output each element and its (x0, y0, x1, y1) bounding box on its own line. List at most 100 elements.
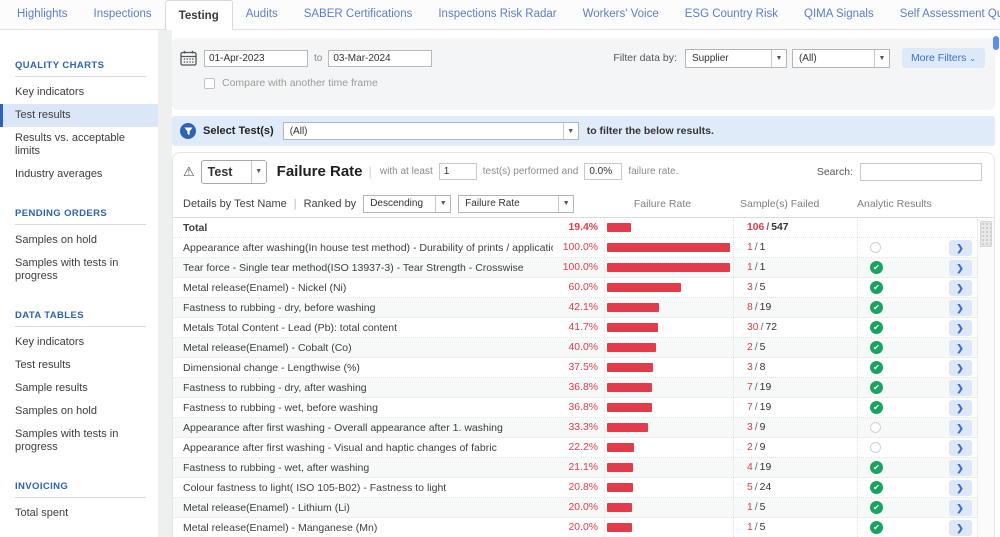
tab-qima-signals[interactable]: QIMA Signals (791, 0, 887, 29)
table-row: Metal release(Enamel) - Cobalt (Co) 40.0%… (173, 338, 994, 358)
failure-rate-value: 36.8% (568, 382, 598, 393)
details-by-label: Details by Test Name (183, 197, 287, 210)
tab-testing[interactable]: Testing (164, 0, 233, 30)
row-detail-chevron-button[interactable]: ❯ (948, 419, 972, 436)
tab-audits[interactable]: Audits (233, 0, 291, 29)
sidebar-scrollbar[interactable] (158, 30, 172, 537)
row-detail-chevron-button[interactable]: ❯ (948, 319, 972, 336)
sidebar-item-test-results[interactable]: Test results (0, 104, 158, 127)
check-circle-icon: ✔ (870, 301, 883, 314)
sidebar-item-key-indicators[interactable]: Key indicators (0, 331, 158, 354)
failure-rate-value: 41.7% (568, 322, 598, 333)
row-detail-chevron-button[interactable]: ❯ (948, 459, 972, 476)
analytic-results-cell: ✔ (857, 498, 941, 517)
row-detail-chevron-button[interactable]: ❯ (948, 359, 972, 376)
sidebar-item-sample-results[interactable]: Sample results (0, 377, 158, 400)
compare-checkbox[interactable] (204, 77, 215, 89)
check-circle-icon: ✔ (870, 521, 883, 534)
check-circle-icon: ✔ (870, 361, 883, 374)
failure-rate-bar (604, 518, 733, 537)
sort-order-select[interactable]: Descending ▼ (363, 194, 452, 213)
row-detail-chevron-button[interactable]: ❯ (948, 519, 972, 536)
samples-failed-value: 7/19 (733, 378, 857, 397)
samples-failed-value: 5/24 (733, 478, 857, 497)
analytic-results-cell (857, 238, 941, 257)
failure-rate-bar (604, 418, 733, 437)
empty-circle-icon (870, 442, 881, 453)
sidebar-item-samples-on-hold[interactable]: Samples on hold (0, 229, 158, 252)
tab-esg-country-risk[interactable]: ESG Country Risk (672, 0, 791, 29)
sidebar-section-divider (15, 224, 146, 225)
test-name: Metal release(Enamel) - Lithium (Li) (183, 501, 350, 514)
row-detail-chevron-button[interactable]: ❯ (948, 279, 972, 296)
page-scrollbar-thumb[interactable] (993, 36, 999, 50)
date-to-input[interactable] (328, 49, 433, 67)
test-name: Dimensional change - Lengthwise (%) (183, 361, 360, 374)
empty-circle-icon (870, 242, 881, 253)
search-input[interactable] (860, 162, 982, 181)
sort-field-select[interactable]: Failure Rate ▼ (458, 194, 575, 213)
test-type-select[interactable]: Test ▼ (200, 159, 267, 184)
min-rate-input[interactable] (584, 163, 623, 180)
tab-saber-certifications[interactable]: SABER Certifications (291, 0, 426, 29)
check-circle-icon: ✔ (870, 501, 883, 514)
failure-rate-bar (604, 238, 733, 257)
row-detail-chevron-button[interactable]: ❯ (948, 439, 972, 456)
table-scrollbar[interactable] (977, 219, 994, 537)
samples-failed-value: 3/9 (733, 418, 857, 437)
filter-panel: to Filter data by: Supplier ▼ (All) ▼ Mo… (172, 38, 995, 110)
search-label: Search: (816, 165, 853, 178)
failure-rate-value: 42.1% (568, 302, 598, 313)
tab-inspections[interactable]: Inspections (81, 0, 165, 29)
failure-rate-value: 37.5% (568, 362, 598, 373)
tab-inspections-risk-radar[interactable]: Inspections Risk Radar (425, 0, 569, 29)
failure-rate-bar (604, 258, 733, 277)
filter-field-select[interactable]: Supplier ▼ (684, 48, 787, 68)
filter-value-select[interactable]: (All) ▼ (791, 48, 890, 68)
report-subtitle: with at least test(s) performed and fail… (380, 163, 678, 180)
chevron-down-icon: ▼ (250, 160, 266, 183)
compare-timeframe-toggle[interactable]: Compare with another time frame (204, 77, 985, 89)
table-scrollbar-thumb[interactable] (980, 221, 992, 247)
samples-failed-value: 8/19 (733, 298, 857, 317)
row-detail-chevron-button[interactable]: ❯ (948, 239, 972, 256)
analytic-results-cell: ✔ (857, 398, 941, 417)
sidebar-item-test-results[interactable]: Test results (0, 354, 158, 377)
row-detail-chevron-button[interactable]: ❯ (948, 299, 972, 316)
sidebar-item-key-indicators[interactable]: Key indicators (0, 81, 158, 104)
test-name: Appearance after washing(In house test m… (183, 241, 553, 254)
more-filters-button[interactable]: More Filters ⌄ (901, 48, 985, 68)
test-name: Metal release(Enamel) - Manganese (Mn) (183, 521, 378, 534)
samples-failed-value: 1/1 (733, 258, 857, 277)
sidebar-item-results-vs-acceptable-limits[interactable]: Results vs. acceptable limits (0, 127, 158, 163)
date-to-label: to (314, 52, 323, 64)
select-tests-dropdown[interactable]: (All) ▼ (282, 122, 579, 140)
failure-rate-bar (604, 318, 733, 337)
row-detail-chevron-button[interactable]: ❯ (948, 399, 972, 416)
sidebar-item-total-spent[interactable]: Total spent (0, 502, 158, 525)
tab-self-assessment-quest[interactable]: Self Assessment Quest... (887, 0, 1000, 29)
row-detail-chevron-button[interactable]: ❯ (948, 499, 972, 516)
row-detail-chevron-button[interactable]: ❯ (948, 259, 972, 276)
sidebar-item-samples-on-hold[interactable]: Samples on hold (0, 400, 158, 423)
tab-workers-voice[interactable]: Workers' Voice (570, 0, 672, 29)
date-from-input[interactable] (204, 49, 308, 67)
results-table-body: Total 19.4% 106/547 Appearance after was… (173, 218, 994, 537)
samples-failed-value: 1/5 (733, 498, 857, 517)
chevron-down-icon: ▼ (558, 195, 574, 212)
min-tests-input[interactable] (438, 163, 477, 180)
tab-highlights[interactable]: Highlights (4, 0, 81, 29)
sidebar-item-industry-averages[interactable]: Industry averages (0, 163, 158, 186)
analytic-results-cell: ✔ (857, 378, 941, 397)
samples-failed-value: 2/5 (733, 338, 857, 357)
failure-rate-bar (604, 438, 733, 457)
row-detail-chevron-button[interactable]: ❯ (948, 339, 972, 356)
row-detail-chevron-button[interactable]: ❯ (948, 479, 972, 496)
sidebar-item-samples-with-tests-in-progress[interactable]: Samples with tests in progress (0, 252, 158, 288)
sidebar-item-samples-with-tests-in-progress[interactable]: Samples with tests in progress (0, 423, 158, 459)
failure-rate-bar (604, 398, 733, 417)
test-name: Fastness to rubbing - dry, after washing (183, 381, 367, 394)
row-detail-chevron-button[interactable]: ❯ (948, 379, 972, 396)
analytic-results-cell: ✔ (857, 278, 941, 297)
table-row: Colour fastness to light( ISO 105-B02) -… (173, 478, 994, 498)
